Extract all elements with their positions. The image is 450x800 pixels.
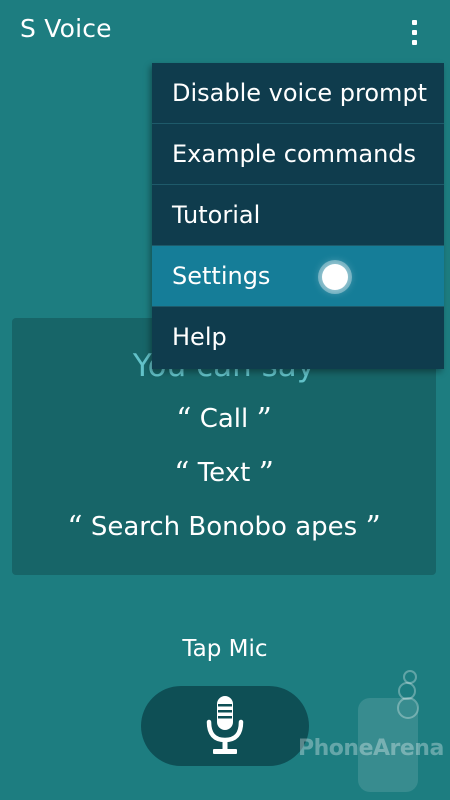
- menu-item-label: Help: [172, 323, 227, 351]
- mic-button[interactable]: [141, 686, 309, 766]
- suggestion-text: Text: [197, 458, 251, 488]
- menu-item-label: Settings: [172, 262, 271, 290]
- menu-item-label: Example commands: [172, 140, 417, 168]
- app-title: S Voice: [20, 14, 112, 43]
- watermark-logo-icon: [358, 670, 419, 792]
- overflow-menu-button[interactable]: [396, 12, 432, 52]
- overflow-dot: [411, 39, 417, 45]
- menu-item-label: Tutorial: [172, 201, 261, 229]
- watermark-text: PhoneArena: [298, 736, 444, 761]
- close-quote: ”: [256, 402, 272, 437]
- phonearena-watermark: PhoneArena: [296, 670, 446, 795]
- touch-indicator: [322, 264, 348, 290]
- menu-item-label: Disable voice prompt: [172, 79, 428, 107]
- open-quote: “: [174, 456, 190, 491]
- suggestion-item: “ Search Bonobo apes ”: [12, 510, 436, 545]
- tap-mic-label: Tap Mic: [182, 636, 268, 662]
- overflow-dot: [411, 29, 417, 35]
- open-quote: “: [67, 510, 83, 545]
- menu-item-settings[interactable]: Settings: [152, 246, 444, 307]
- menu-item-example-commands[interactable]: Example commands: [152, 124, 444, 185]
- suggestion-item: “ Call ”: [12, 402, 436, 437]
- menu-item-tutorial[interactable]: Tutorial: [152, 185, 444, 246]
- microphone-icon: [206, 696, 244, 754]
- app-header: S Voice: [0, 0, 450, 62]
- close-quote: ”: [258, 456, 274, 491]
- menu-item-help[interactable]: Help: [152, 307, 444, 368]
- close-quote: ”: [365, 510, 381, 545]
- open-quote: “: [176, 402, 192, 437]
- overflow-dropdown-menu: Disable voice prompt Example commands Tu…: [152, 63, 444, 369]
- suggestion-item: “ Text ”: [12, 456, 436, 491]
- overflow-menu-icon: [411, 19, 417, 25]
- menu-item-disable-voice-prompt[interactable]: Disable voice prompt: [152, 63, 444, 124]
- suggestion-text: Search Bonobo apes: [90, 512, 358, 542]
- suggestion-text: Call: [199, 404, 249, 434]
